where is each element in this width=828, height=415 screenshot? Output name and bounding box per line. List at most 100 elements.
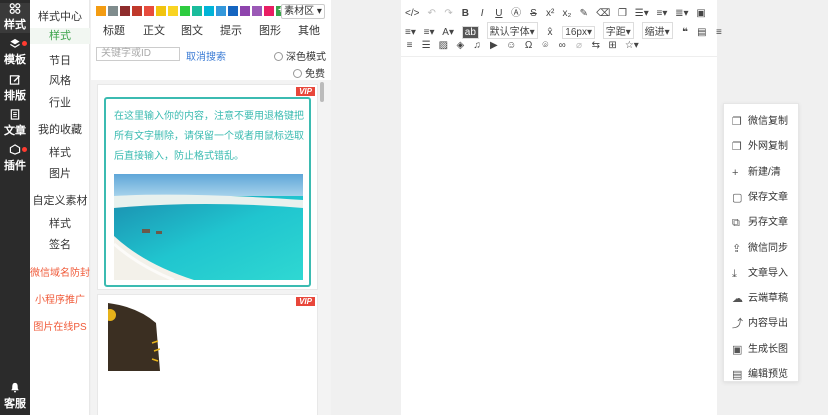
promo-link-domain[interactable]: 微信域名防封 (30, 264, 90, 279)
search-input[interactable]: 关键字或ID (96, 47, 180, 61)
table-icon[interactable]: ⊞ (608, 40, 617, 51)
subnav-item-industry[interactable]: 行业 (30, 94, 90, 110)
menu-item-10[interactable]: ▤ 编辑预览 (732, 365, 788, 381)
indent-select[interactable]: 缩进▾ (641, 22, 673, 39)
menu-item-2[interactable]: + 新建/清 (732, 163, 781, 179)
style-card[interactable]: VIP 在这里输入你的内容，注意不要用退格键把所有文字删除，请保留一个或者用鼠标… (97, 84, 318, 290)
font-size-select[interactable]: 16px▾ (562, 26, 595, 39)
menu-item-0[interactable]: ❐ 微信复制 (732, 112, 788, 128)
subnav-item-fav-image[interactable]: 图片 (30, 165, 90, 181)
strikethrough-icon[interactable]: S (529, 8, 538, 19)
menu-item-6[interactable]: ⤓ 文章导入 (732, 264, 788, 280)
ordered-list-icon[interactable]: ☰▾ (635, 8, 649, 19)
tab-shape[interactable]: 图形 (259, 22, 281, 38)
menu-item-9[interactable]: ▣ 生成长图 (732, 340, 788, 356)
undo-icon[interactable]: ↶ (427, 8, 436, 19)
rail-item-article[interactable]: 文章 (0, 109, 30, 139)
subnav-item-custom-style[interactable]: 样式 (30, 215, 90, 231)
more-icon[interactable]: ☆▾ (625, 40, 639, 51)
seal-icon[interactable]: ⌾ (541, 40, 550, 51)
background-color-icon[interactable]: ab (461, 26, 479, 39)
dark-mode-radio[interactable]: 深色模式 (274, 48, 326, 63)
letter-spacing-select[interactable]: 字距▾ (602, 22, 634, 39)
italic-icon[interactable]: I (478, 8, 487, 19)
clear-format-icon[interactable]: ⌫ (596, 8, 610, 19)
tab-body[interactable]: 正文 (143, 22, 165, 38)
menu-item-7[interactable]: ☁ 云端草稿 (732, 289, 788, 305)
fill-color-icon[interactable]: ◈ (456, 40, 465, 51)
color-swatch[interactable] (120, 6, 130, 16)
rail-item-service[interactable]: 客服 (0, 382, 30, 412)
menu-item-8[interactable]: ⤴ 内容导出 (732, 314, 788, 330)
link-icon[interactable]: ∞ (558, 40, 567, 51)
line-height-icon[interactable]: ≣▾ (675, 8, 688, 19)
color-swatch[interactable] (204, 6, 214, 16)
panel-scrollbar[interactable] (320, 82, 324, 102)
menu-item-3[interactable]: ▢ 保存文章 (732, 188, 788, 204)
color-swatch[interactable] (240, 6, 250, 16)
material-area-button[interactable]: 素材区 ▾ (281, 4, 325, 19)
underline-icon[interactable]: U (494, 8, 503, 19)
redo-icon[interactable]: ↷ (444, 8, 453, 19)
cancel-search-link[interactable]: 取消搜索 (186, 48, 226, 63)
justify-icon[interactable]: ☰ (422, 40, 431, 51)
bold-icon[interactable]: B (461, 8, 470, 19)
tab-image-text[interactable]: 图文 (181, 22, 203, 38)
color-swatch[interactable] (96, 6, 106, 16)
subnav-item-fav-style[interactable]: 样式 (30, 144, 90, 160)
paragraph-spacing-icon[interactable]: ≡▾ (405, 27, 416, 38)
subnav-item-festival[interactable]: 节日 (30, 52, 90, 68)
color-swatch[interactable] (156, 6, 166, 16)
emoji-icon[interactable]: ☺ (506, 40, 516, 51)
rail-item-layout[interactable]: 排版 (0, 74, 30, 104)
color-swatch[interactable] (252, 6, 262, 16)
menu-item-1[interactable]: ❐ 外网复制 (732, 137, 788, 153)
rail-item-style[interactable]: 样式 (0, 3, 30, 33)
color-swatch[interactable] (264, 6, 274, 16)
quote-box-icon[interactable]: ❐ (618, 8, 627, 19)
unordered-list-icon[interactable]: ≡▾ (657, 8, 668, 19)
subnav-item-style[interactable]: 样式 (30, 28, 90, 44)
style-card[interactable]: VIP (97, 294, 318, 415)
video-icon[interactable]: ▶ (489, 40, 498, 51)
tab-other[interactable]: 其他 (298, 22, 320, 38)
source-code-icon[interactable]: </> (405, 8, 419, 19)
rail-item-plugin[interactable]: 插件 (0, 144, 30, 174)
align-left-icon[interactable]: ▤ (697, 27, 706, 38)
align-right-icon[interactable]: ≡ (405, 40, 414, 51)
fullscreen-icon[interactable]: ▣ (696, 8, 705, 19)
color-swatch[interactable] (108, 6, 118, 16)
color-swatch[interactable] (132, 6, 142, 16)
color-swatch[interactable] (144, 6, 154, 16)
subscript-icon[interactable]: x₂ (563, 8, 572, 19)
tab-tips[interactable]: 提示 (220, 22, 242, 38)
music-icon[interactable]: ♫ (473, 40, 482, 51)
color-swatch[interactable] (168, 6, 178, 16)
free-radio[interactable]: 免费 (293, 65, 325, 80)
subnav-item-custom-sign[interactable]: 签名 (30, 236, 90, 252)
format-brush-icon[interactable]: ✎ (579, 8, 588, 19)
color-swatch[interactable] (180, 6, 190, 16)
menu-item-5[interactable]: ⇪ 微信同步 (732, 239, 788, 255)
promo-link-miniprogram[interactable]: 小程序推广 (30, 291, 90, 306)
swap-icon[interactable]: ⇆ (591, 40, 600, 51)
insert-image-icon[interactable]: ▨ (439, 40, 448, 51)
color-swatch[interactable] (216, 6, 226, 16)
align-center-icon[interactable]: ≡ (714, 27, 723, 38)
font-size-fx-icon[interactable]: x̂ (545, 27, 554, 38)
unlink-icon[interactable]: ⌀ (574, 40, 583, 51)
editor-content-area[interactable] (401, 56, 717, 415)
blockquote-icon[interactable]: ❝ (680, 27, 689, 38)
superscript-icon[interactable]: x² (546, 8, 555, 19)
promo-link-ps[interactable]: 图片在线PS (30, 318, 90, 333)
line-spacing-icon[interactable]: ≡▾ (424, 27, 435, 38)
color-swatch[interactable] (228, 6, 238, 16)
tab-title[interactable]: 标题 (103, 22, 125, 38)
subnav-item-flavor[interactable]: 风格 (30, 72, 90, 88)
menu-item-4[interactable]: ⧉ 另存文章 (732, 213, 788, 229)
rail-item-template[interactable]: 模板 (0, 38, 30, 68)
special-char-icon[interactable]: Ω (524, 40, 533, 51)
font-color-icon[interactable]: A▾ (442, 27, 454, 38)
border-text-icon[interactable]: Ⓐ (511, 4, 521, 19)
font-family-select[interactable]: 默认字体▾ (486, 22, 538, 39)
